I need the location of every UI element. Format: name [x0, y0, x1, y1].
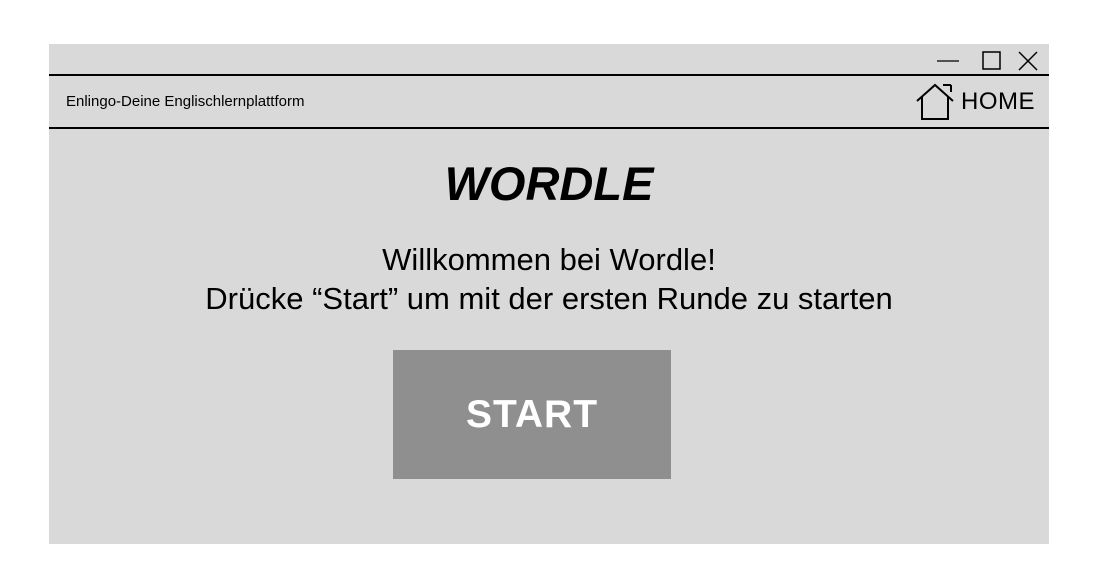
home-label: HOME	[961, 88, 1035, 115]
welcome-line-1: Willkommen bei Wordle!	[382, 242, 716, 277]
app-window: Enlingo-Deine Englischlernplattform HOME…	[49, 44, 1049, 544]
app-title: Enlingo-Deine Englischlernplattform	[66, 93, 305, 110]
home-button[interactable]: HOME	[915, 82, 1035, 122]
maximize-icon[interactable]	[981, 50, 1003, 72]
minimize-icon[interactable]	[937, 50, 959, 72]
page-title: WORDLE	[444, 157, 654, 210]
welcome-message: Willkommen bei Wordle! Drücke “Start” um…	[49, 240, 1049, 318]
window-titlebar	[49, 44, 1049, 76]
navigation-bar: Enlingo-Deine Englischlernplattform HOME	[49, 76, 1049, 129]
close-icon[interactable]	[1017, 50, 1039, 72]
welcome-line-2: Drücke “Start” um mit der ersten Runde z…	[205, 281, 893, 316]
house-icon	[915, 82, 955, 122]
start-button[interactable]: START	[393, 350, 671, 479]
